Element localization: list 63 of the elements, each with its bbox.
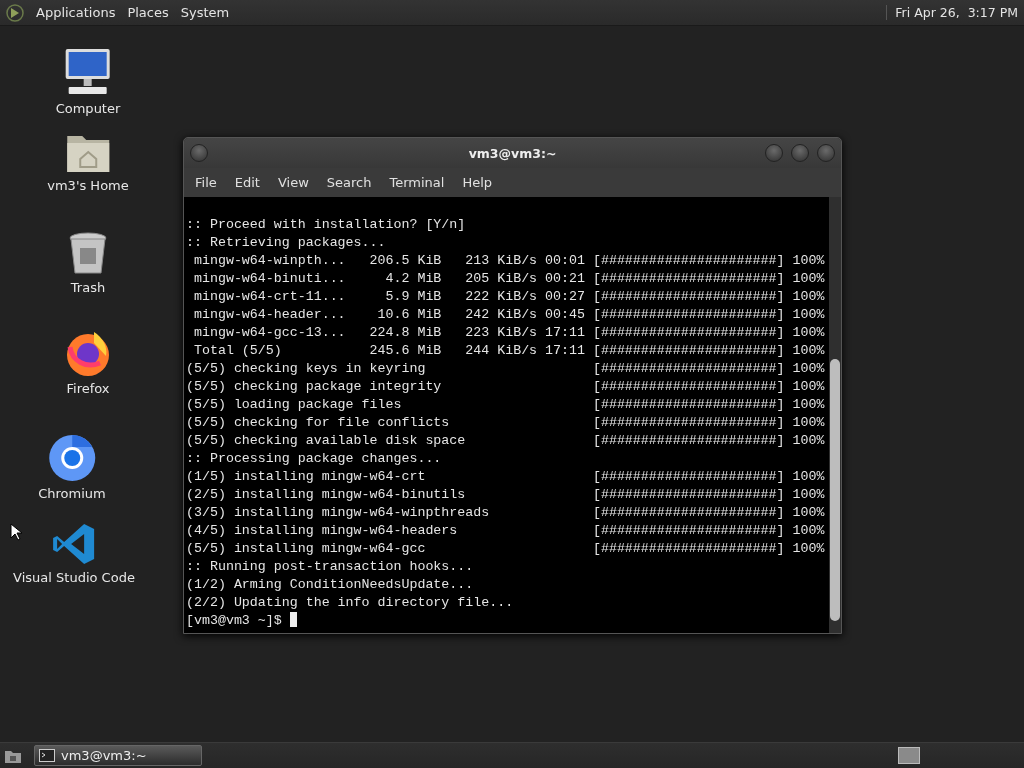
menu-item[interactable]: Search: [317, 175, 381, 190]
desktop-icon[interactable]: Chromium: [38, 434, 106, 501]
distro-logo-icon: [6, 3, 24, 22]
terminal-line: :: Running post-transaction hooks...: [186, 558, 475, 576]
panel-menu[interactable]: System: [180, 5, 230, 20]
menu-item[interactable]: Edit: [225, 175, 269, 190]
terminal-line: (1/2) Arming ConditionNeedsUpdate...: [186, 576, 475, 594]
desktop-icon[interactable]: Firefox: [64, 329, 112, 396]
icon-label: Trash: [70, 280, 106, 295]
terminal-line: (5/5) checking keys in keyring [######################] 100%: [186, 360, 826, 378]
taskbar-button[interactable]: vm3@vm3:~: [34, 745, 202, 766]
menu-item[interactable]: Terminal: [380, 175, 454, 190]
terminal-line: mingw-w64-crt-11... 5.9 MiB 222 KiB/s 00:27 [######################] 100%: [192, 288, 826, 306]
terminal-line: (2/2) Updating the info directory file...: [186, 594, 515, 612]
menu-item[interactable]: File: [186, 175, 226, 190]
icon-label: vm3's Home: [47, 178, 129, 193]
workspace-switcher[interactable]: [898, 747, 920, 764]
terminal-line: (3/5) installing mingw-w64-winpthreads [######################] 100%: [186, 504, 826, 522]
code-editor-icon: [52, 522, 96, 566]
maximize-button[interactable]: [791, 144, 809, 162]
terminal-line: (5/5) checking for file conflicts [######################] 100%: [186, 414, 826, 432]
terminal-line: (2/5) installing mingw-w64-binutils [######################] 100%: [186, 486, 826, 504]
terminal-line: (1/5) installing mingw-w64-crt [######################] 100%: [186, 468, 826, 486]
terminal-line: mingw-w64-winpth... 206.5 KiB 213 KiB/s 00:01 [######################] 100%: [192, 252, 826, 270]
terminal-line: mingw-w64-header... 10.6 MiB 242 KiB/s 00:45 [######################] 100%: [192, 306, 826, 324]
desktop-icon[interactable]: Computer: [55, 47, 121, 116]
terminal-line: (4/5) installing mingw-w64-headers [######################] 100%: [186, 522, 826, 540]
icon-label: Chromium: [38, 486, 106, 501]
terminal-line: Total (5/5) 245.6 MiB 244 KiB/s 17:11 [######################] 100%: [192, 342, 826, 360]
terminal-line: :: Processing package changes...: [186, 450, 443, 468]
menu-item[interactable]: View: [268, 175, 318, 190]
scrollbar[interactable]: [829, 197, 841, 633]
scrollbar-thumb[interactable]: [830, 359, 840, 621]
firefox-icon: [64, 329, 112, 377]
desktop-icon[interactable]: Trash: [68, 232, 108, 295]
trash-icon: [68, 232, 108, 276]
terminal-line: :: Proceed with installation? [Y/n]: [186, 216, 467, 234]
desktop-icon[interactable]: Visual Studio Code: [13, 522, 135, 585]
terminal-line: mingw-w64-binuti... 4.2 MiB 205 KiB/s 00:21 [######################] 100%: [192, 270, 826, 288]
icon-label: Firefox: [66, 381, 110, 396]
terminal-line: :: Retrieving packages...: [186, 234, 387, 252]
computer-icon: [63, 47, 113, 97]
panel-menu[interactable]: Places: [127, 5, 169, 20]
terminal-line: mingw-w64-gcc-13... 224.8 MiB 223 KiB/s 17:11 [######################] 100%: [192, 324, 826, 342]
panel-menu[interactable]: Applications: [36, 5, 116, 20]
terminal-line: (5/5) checking package integrity [######################] 100%: [186, 378, 826, 396]
chromium-icon: [48, 434, 96, 482]
terminal-line: (5/5) checking available disk space [######################] 100%: [186, 432, 826, 450]
clock[interactable]: Fri Apr 26, 3:17 PM: [886, 5, 1018, 20]
terminal-line: (5/5) installing mingw-w64-gcc [######################] 100%: [186, 540, 826, 558]
window-menu-button[interactable]: [190, 144, 208, 162]
minimize-button[interactable]: [765, 144, 783, 162]
icon-label: Visual Studio Code: [13, 570, 135, 585]
terminal-line: (5/5) loading package files [######################] 100%: [186, 396, 826, 414]
icon-label: Computer: [55, 101, 121, 116]
desktop-icon[interactable]: vm3's Home: [47, 132, 129, 193]
terminal-icon: [39, 749, 55, 762]
menu-item[interactable]: Help: [453, 175, 502, 190]
text-cursor: [289, 612, 297, 627]
window-title: vm3@vm3:~: [468, 145, 557, 161]
close-button[interactable]: [817, 144, 835, 162]
shell-prompt: [vm3@vm3 ~]$: [186, 613, 282, 628]
mouse-pointer-icon: [10, 523, 22, 541]
